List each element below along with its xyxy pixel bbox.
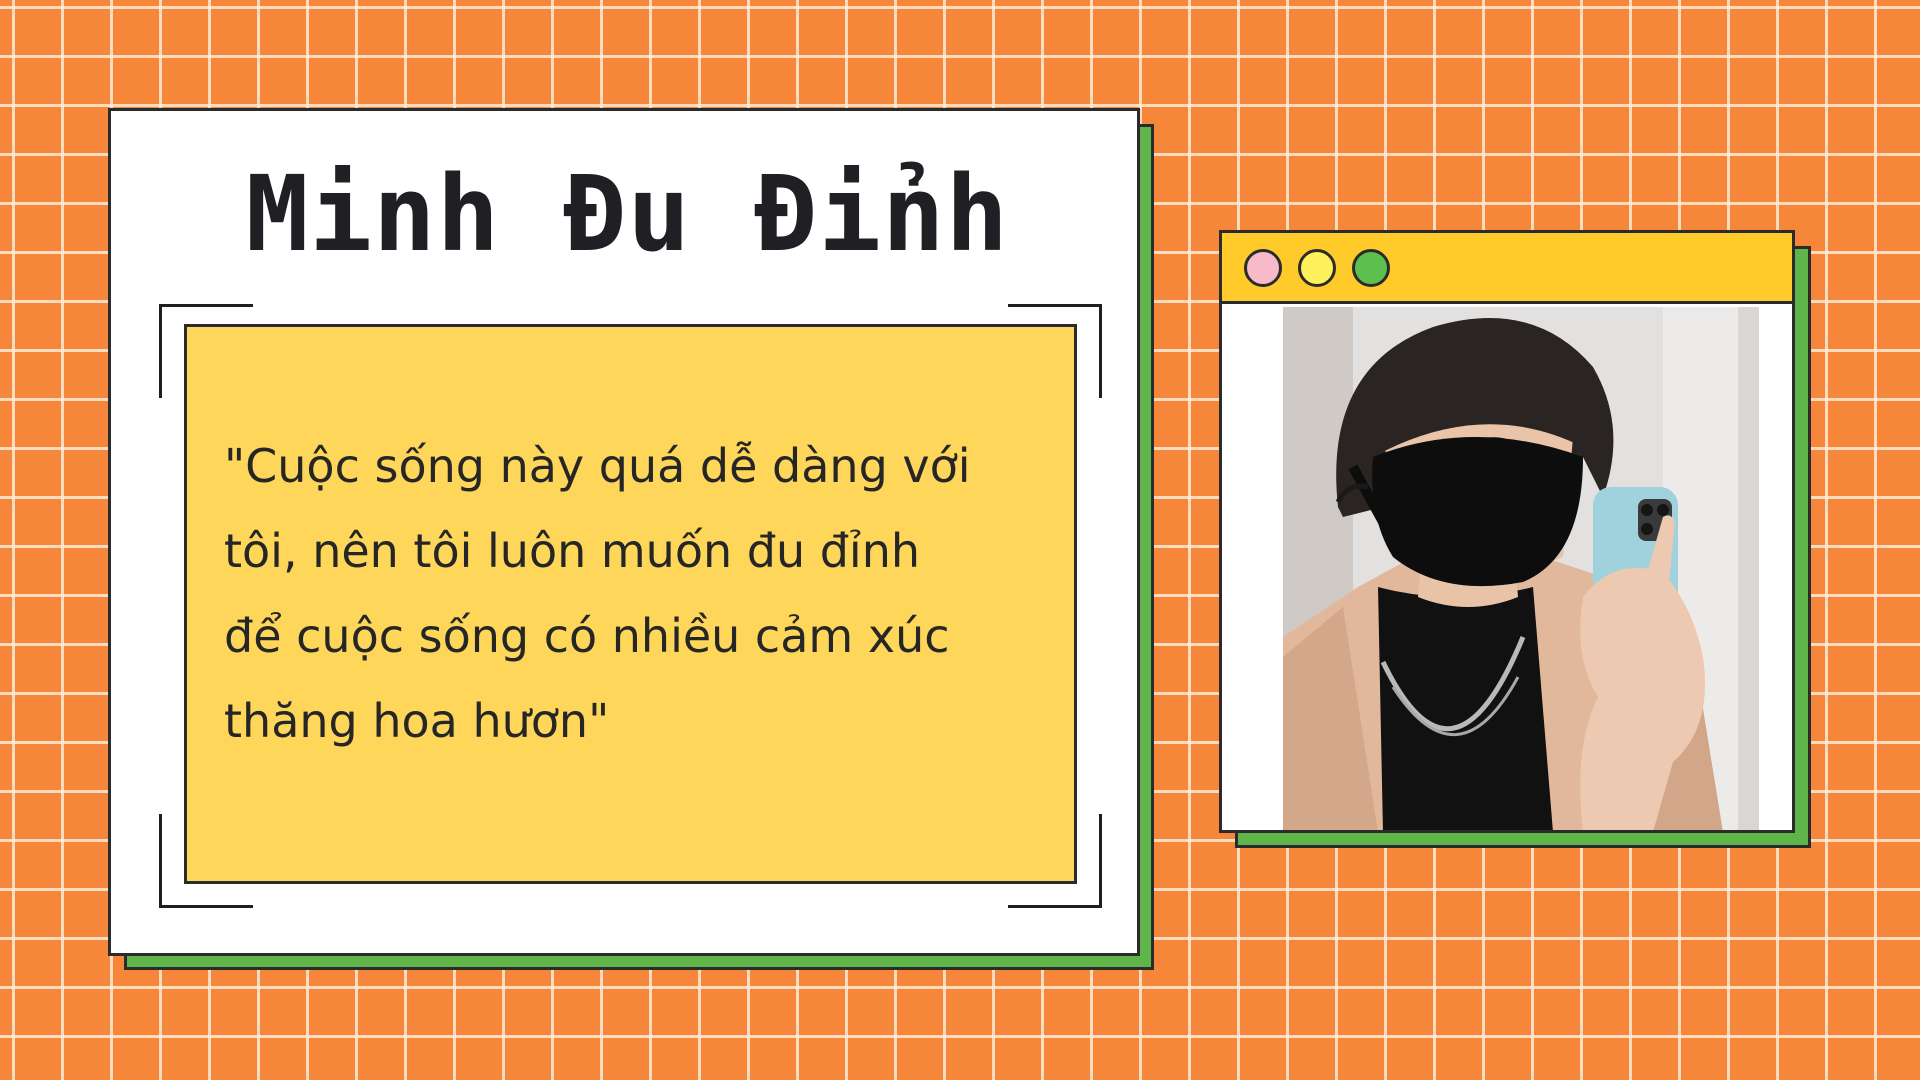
window-dot-yellow bbox=[1298, 249, 1336, 287]
window-dot-green bbox=[1352, 249, 1390, 287]
photo-window bbox=[1219, 230, 1795, 833]
card-title: Minh Đu Đỉnh bbox=[245, 153, 1010, 275]
window-dot-pink bbox=[1244, 249, 1282, 287]
profile-photo bbox=[1283, 307, 1759, 830]
window-titlebar bbox=[1222, 233, 1792, 304]
quote-text: "Cuộc sống này quá dễ dàng với tôi, nên … bbox=[224, 439, 971, 748]
